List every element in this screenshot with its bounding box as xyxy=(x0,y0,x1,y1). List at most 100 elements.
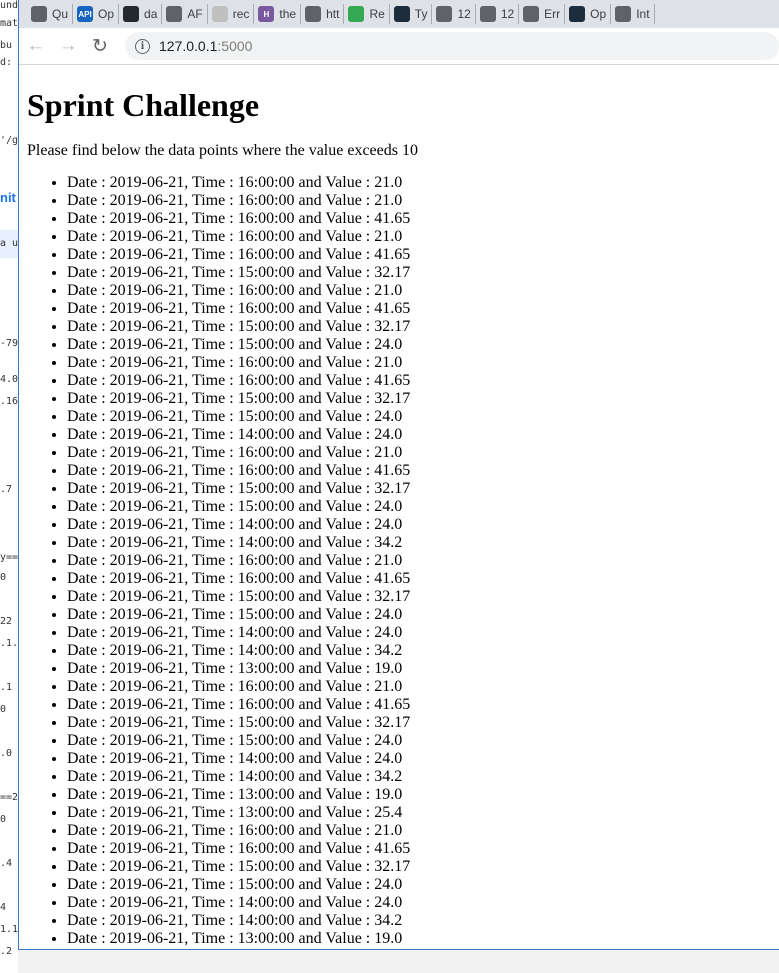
background-window: und mat bu d: '/g nit a u -79 4.0.16.7 y== 0 22.1..… xyxy=(0,0,18,973)
settings-icon xyxy=(523,6,540,22)
arrow-right-icon: → xyxy=(58,35,78,56)
list-item: Date : 2019-06-21, Time : 15:00:00 and V… xyxy=(67,858,779,876)
list-item: Date : 2019-06-21, Time : 14:00:00 and V… xyxy=(67,426,779,444)
list-item: Date : 2019-06-21, Time : 16:00:00 and V… xyxy=(67,462,779,480)
list-item: Date : 2019-06-21, Time : 13:00:00 and V… xyxy=(67,786,779,804)
bookmark-item[interactable]: Hthe xyxy=(254,4,302,24)
bookmark-item[interactable]: Int xyxy=(611,4,655,24)
background-text-fragment: 22 xyxy=(0,616,13,627)
browser-toolbar: ← → ↻ i 127.0.0.1:5000 xyxy=(19,28,779,65)
list-item: Date : 2019-06-21, Time : 16:00:00 and V… xyxy=(67,840,779,858)
background-text-fragment: .1. xyxy=(0,638,18,649)
background-text-fragment: 0 xyxy=(0,704,7,715)
list-item: Date : 2019-06-21, Time : 15:00:00 and V… xyxy=(67,336,779,354)
terminal-icon xyxy=(393,6,410,22)
background-text-fragment: y== xyxy=(0,552,18,563)
page-title: Sprint Challenge xyxy=(27,87,260,123)
settings-icon xyxy=(31,6,47,22)
github-icon xyxy=(123,6,140,22)
address-bar[interactable]: i 127.0.0.1:5000 xyxy=(125,32,779,60)
bookmark-label: htt xyxy=(326,7,340,21)
background-text-fragment: 4 xyxy=(0,902,7,913)
list-item: Date : 2019-06-21, Time : 16:00:00 and V… xyxy=(67,300,779,318)
bookmark-label: Int xyxy=(636,7,650,21)
list-item: Date : 2019-06-21, Time : 14:00:00 and V… xyxy=(67,642,779,660)
info-icon[interactable]: i xyxy=(135,38,150,54)
bookmark-item[interactable]: rec xyxy=(208,4,255,24)
forward-button[interactable]: → xyxy=(53,31,83,61)
bookmark-item[interactable]: AF xyxy=(162,4,208,24)
loading-icon xyxy=(348,6,365,22)
background-text-fragment: -79 xyxy=(0,338,18,349)
bookmark-item[interactable]: 12 xyxy=(476,4,520,24)
bookmark-item[interactable]: Err xyxy=(519,4,566,24)
bookmark-item[interactable]: API Op xyxy=(73,4,120,24)
globe-icon xyxy=(305,6,322,22)
bookmark-item[interactable]: da xyxy=(119,4,163,24)
bookmarks-bar: Qu API Op da AF rec Hthe htt Re Ty 12 12 Err Op Int xyxy=(19,0,779,28)
list-item: Date : 2019-06-21, Time : 15:00:00 and V… xyxy=(67,732,779,750)
background-text-fragment: ==2 xyxy=(0,792,18,803)
background-text-fragment: nit xyxy=(0,190,16,205)
back-button[interactable]: ← xyxy=(21,31,51,61)
terminal-icon xyxy=(569,6,586,22)
url-port: :5000 xyxy=(217,38,253,54)
reload-icon: ↻ xyxy=(92,35,108,57)
list-item: Date : 2019-06-21, Time : 16:00:00 and V… xyxy=(67,210,779,228)
background-text-fragment: mat xyxy=(0,18,18,29)
background-text-fragment: 0 xyxy=(0,814,7,825)
bookmark-label: the xyxy=(279,7,297,21)
list-item: Date : 2019-06-21, Time : 16:00:00 and V… xyxy=(67,696,779,714)
list-item: Date : 2019-06-21, Time : 15:00:00 and V… xyxy=(67,876,779,894)
bookmark-label: Re xyxy=(369,7,385,21)
list-item: Date : 2019-06-21, Time : 16:00:00 and V… xyxy=(67,282,779,300)
globe-icon xyxy=(436,6,453,22)
list-item: Date : 2019-06-21, Time : 16:00:00 and V… xyxy=(67,192,779,210)
background-text-fragment: .2 xyxy=(0,946,13,957)
list-item: Date : 2019-06-21, Time : 14:00:00 and V… xyxy=(67,768,779,786)
list-item: Date : 2019-06-21, Time : 14:00:00 and V… xyxy=(67,534,779,552)
bookmark-label: 12 xyxy=(457,7,471,21)
list-item: Date : 2019-06-21, Time : 15:00:00 and V… xyxy=(67,606,779,624)
list-item: Date : 2019-06-21, Time : 16:00:00 and V… xyxy=(67,570,779,588)
bookmark-item[interactable]: htt xyxy=(301,4,345,24)
list-item: Date : 2019-06-21, Time : 15:00:00 and V… xyxy=(67,264,779,282)
bookmark-item[interactable]: Op xyxy=(565,4,612,24)
list-item: Date : 2019-06-21, Time : 15:00:00 and V… xyxy=(67,390,779,408)
list-item: Date : 2019-06-21, Time : 13:00:00 and V… xyxy=(67,804,779,822)
api-icon: API xyxy=(77,6,94,22)
background-text-fragment: .7 xyxy=(0,484,13,495)
background-text-fragment: d: xyxy=(0,57,13,68)
bookmark-item[interactable]: 12 xyxy=(432,4,476,24)
globe-icon xyxy=(166,6,183,22)
list-item: Date : 2019-06-21, Time : 15:00:00 and V… xyxy=(67,714,779,732)
list-item: Date : 2019-06-21, Time : 16:00:00 and V… xyxy=(67,372,779,390)
bookmark-item[interactable]: Ty xyxy=(390,4,433,24)
background-text-fragment: .1 xyxy=(0,682,13,693)
list-item: Date : 2019-06-21, Time : 16:00:00 and V… xyxy=(67,822,779,840)
list-item: Date : 2019-06-21, Time : 16:00:00 and V… xyxy=(67,678,779,696)
browser-window: Qu API Op da AF rec Hthe htt Re Ty 12 12 Err Op Int ← … xyxy=(18,0,779,950)
background-text-fragment: '/g xyxy=(0,135,18,146)
bookmark-item[interactable]: Re xyxy=(344,4,390,24)
list-item: Date : 2019-06-21, Time : 16:00:00 and V… xyxy=(67,174,779,192)
cube-icon xyxy=(211,6,228,22)
broom-icon xyxy=(615,6,632,22)
bookmark-label: rec xyxy=(232,7,250,21)
heroku-icon: H xyxy=(258,6,275,22)
list-item: Date : 2019-06-21, Time : 14:00:00 and V… xyxy=(67,894,779,912)
background-text-fragment: .0 xyxy=(0,748,13,759)
list-item: Date : 2019-06-21, Time : 15:00:00 and V… xyxy=(67,318,779,336)
reload-button[interactable]: ↻ xyxy=(85,31,115,61)
list-item: Date : 2019-06-21, Time : 13:00:00 and V… xyxy=(67,930,779,948)
list-item: Date : 2019-06-21, Time : 15:00:00 and V… xyxy=(67,498,779,516)
background-text-fragment: .16 xyxy=(0,396,18,407)
bookmark-label: AF xyxy=(187,7,203,21)
list-item: Date : 2019-06-21, Time : 13:00:00 and V… xyxy=(67,660,779,678)
bookmark-item[interactable]: Qu xyxy=(27,4,74,24)
list-item: Date : 2019-06-21, Time : 16:00:00 and V… xyxy=(67,228,779,246)
bookmark-label: Op xyxy=(590,7,607,21)
list-item: Date : 2019-06-21, Time : 15:00:00 and V… xyxy=(67,588,779,606)
url-host: 127.0.0.1 xyxy=(159,38,218,54)
background-text-fragment: .4 xyxy=(0,858,13,869)
